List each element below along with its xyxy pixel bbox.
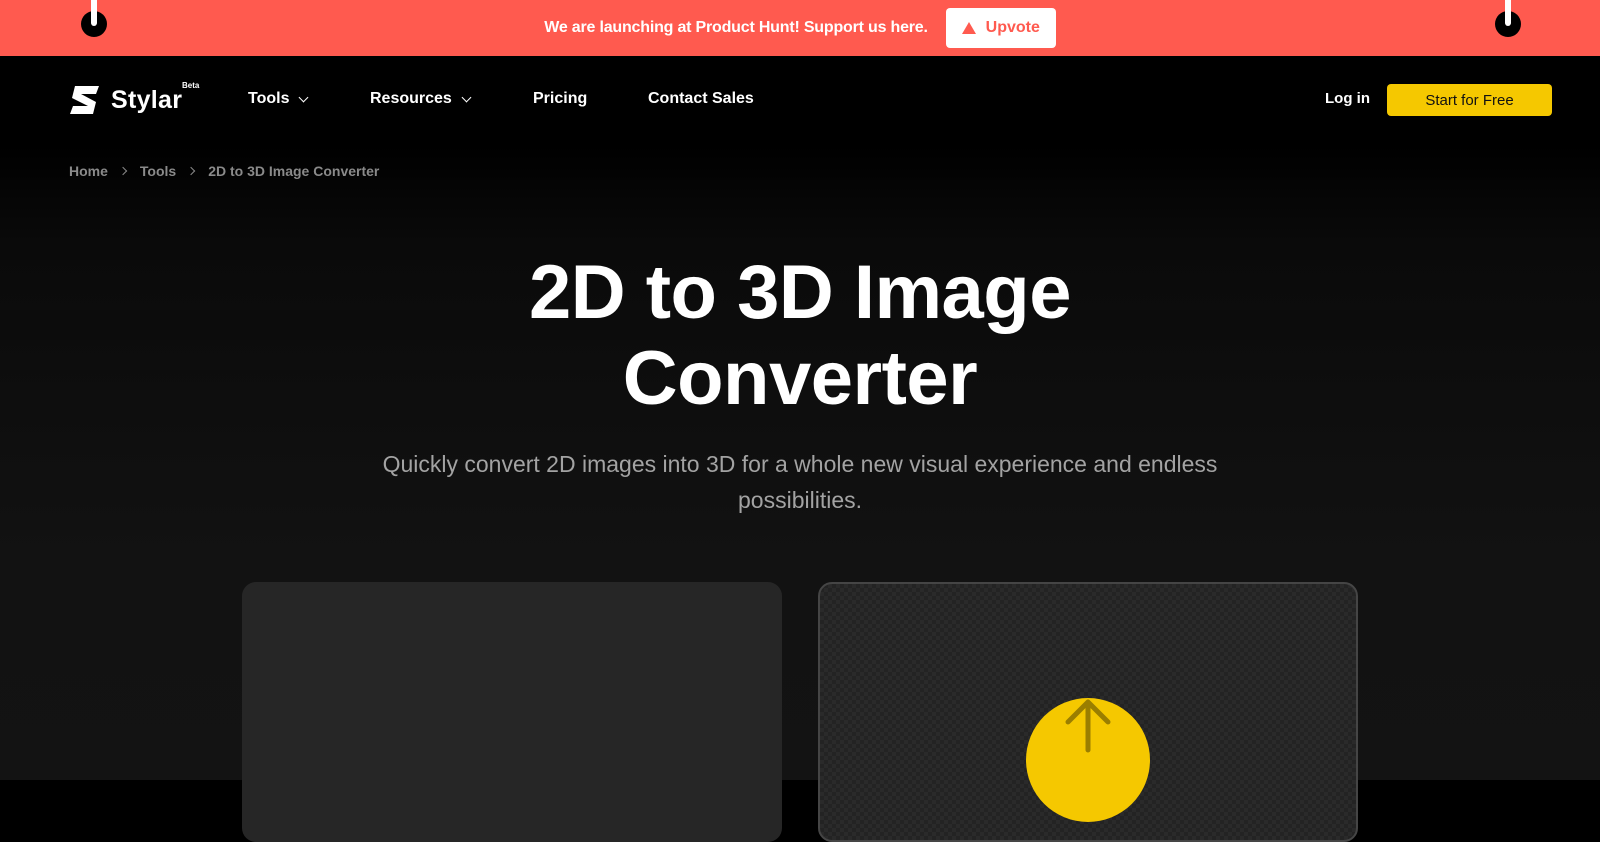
announcement-banner: We are launching at Product Hunt! Suppor… — [0, 0, 1600, 56]
nav-item-pricing[interactable]: Pricing — [533, 90, 587, 108]
subtitle-line-2: possibilities. — [738, 487, 862, 513]
pendant-decoration-right — [1494, 0, 1522, 40]
breadcrumb-home[interactable]: Home — [69, 163, 108, 179]
pendant-string — [91, 0, 97, 26]
arrow-up-icon — [1065, 699, 1111, 753]
breadcrumb: Home Tools 2D to 3D Image Converter — [69, 163, 379, 179]
login-link[interactable]: Log in — [1325, 90, 1370, 107]
logo[interactable]: Stylar Beta — [69, 81, 199, 116]
chevron-right-icon — [118, 166, 128, 176]
title-line-2: Converter — [622, 336, 978, 421]
nav-item-label: Pricing — [533, 90, 588, 107]
title-line-1: 2D to 3D Image — [528, 250, 1072, 335]
preview-panel — [242, 582, 782, 842]
pendant-string — [1505, 0, 1511, 26]
upload-dropzone[interactable] — [818, 582, 1358, 842]
breadcrumb-tools[interactable]: Tools — [140, 163, 176, 179]
nav-item-contact-sales[interactable]: Contact Sales — [648, 90, 754, 108]
top-navigation: Stylar Beta Tools Resources Pricing Cont… — [0, 56, 1600, 144]
logo-text: Stylar — [111, 85, 183, 114]
nav-item-label: Resources — [370, 90, 452, 107]
chevron-down-icon — [299, 92, 309, 102]
chevron-right-icon — [186, 166, 196, 176]
banner-message: We are launching at Product Hunt! Suppor… — [544, 19, 928, 36]
stylar-logo-icon — [70, 86, 99, 114]
hero-section: Home Tools 2D to 3D Image Converter 2D t… — [0, 144, 1600, 842]
upvote-button[interactable]: Upvote — [945, 8, 1056, 48]
upload-button[interactable] — [1026, 698, 1150, 822]
start-for-free-button[interactable]: Start for Free — [1387, 84, 1552, 116]
subtitle-line-1: Quickly convert 2D images into 3D for a … — [382, 451, 1218, 477]
start-for-free-label: Start for Free — [1425, 91, 1514, 109]
page-subtitle: Quickly convert 2D images into 3D for a … — [320, 446, 1280, 518]
page-title: 2D to 3D Image Converter — [0, 250, 1600, 422]
upvote-label: Upvote — [985, 19, 1040, 36]
breadcrumb-current: 2D to 3D Image Converter — [208, 163, 380, 179]
nav-item-resources[interactable]: Resources — [370, 90, 472, 108]
pendant-decoration-left — [80, 0, 108, 40]
nav-item-label: Contact Sales — [648, 90, 754, 107]
nav-item-tools[interactable]: Tools — [248, 90, 309, 108]
triangle-up-icon — [961, 22, 976, 34]
chevron-down-icon — [461, 92, 472, 102]
beta-badge: Beta — [182, 81, 200, 90]
nav-item-label: Tools — [248, 90, 290, 107]
